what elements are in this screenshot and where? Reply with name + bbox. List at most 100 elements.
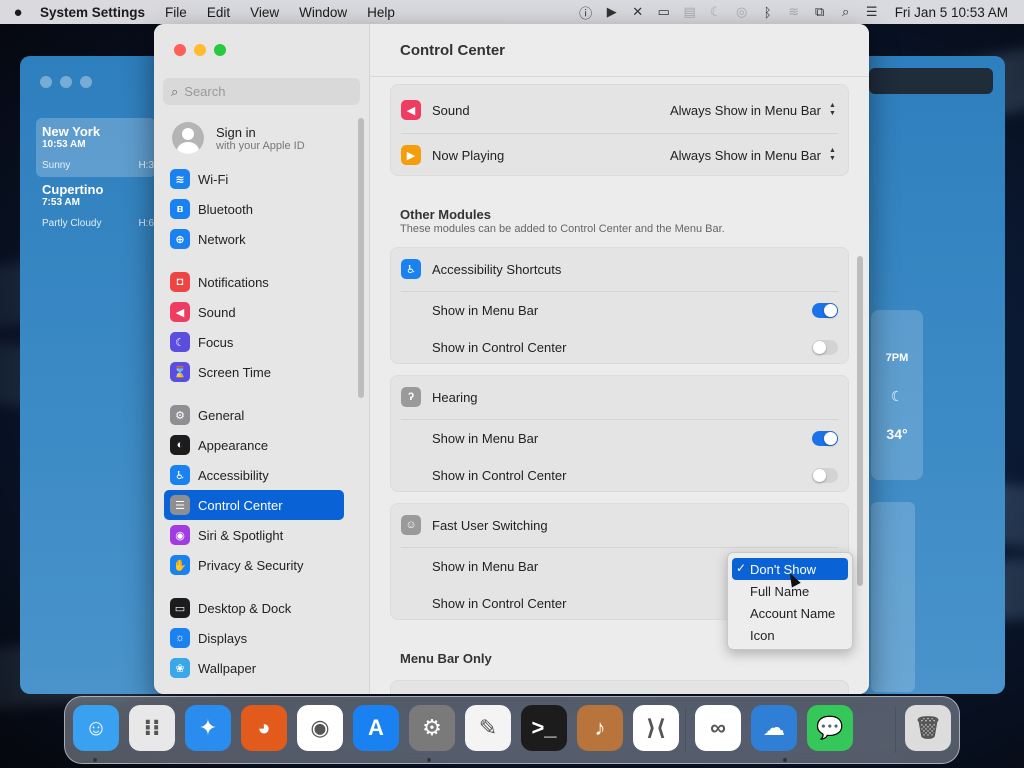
- now-playing-status-icon[interactable]: ▶: [599, 4, 625, 20]
- other-modules-subtitle: These modules can be added to Control Ce…: [400, 223, 725, 235]
- sidebar-item-bluetooth[interactable]: ʙ Bluetooth: [164, 194, 344, 224]
- fast-user-menu-bar-dropdown[interactable]: ✓ Don't Show Full Name Account Name Icon: [727, 552, 853, 650]
- sidebar-item-wallpaper[interactable]: ❀ Wallpaper: [164, 653, 344, 683]
- search-field[interactable]: ⌕ Search: [163, 78, 360, 105]
- sidebar-item-focus[interactable]: ☾ Focus: [164, 327, 344, 357]
- app-menu[interactable]: System Settings: [36, 5, 155, 20]
- wifi-status-icon[interactable]: ≋: [781, 4, 807, 20]
- city-time: 10:53 AM: [42, 139, 86, 150]
- sidebar-scrollbar[interactable]: [358, 118, 364, 398]
- sidebar-item-label: Bluetooth: [198, 201, 253, 217]
- siri-spotlight-icon: ◉: [170, 525, 190, 545]
- menu-view[interactable]: View: [240, 5, 289, 20]
- sidebar-item-accessibility[interactable]: ♿ Accessibility: [164, 460, 344, 490]
- hearing-control-center-toggle[interactable]: [812, 467, 838, 483]
- sidebar-item-general[interactable]: ⚙ General: [164, 400, 344, 430]
- weather-search-field[interactable]: [869, 68, 993, 94]
- menu-bar-only-group: [390, 680, 849, 694]
- weather-zoom-button[interactable]: [80, 76, 92, 88]
- control-center-icon[interactable]: ☰: [859, 4, 885, 20]
- zoom-button[interactable]: [214, 44, 226, 56]
- sound-muted-status-icon[interactable]: ✕: [625, 4, 651, 20]
- sidebar-item-label: Accessibility: [198, 467, 269, 483]
- sidebar-item-notifications[interactable]: ◘ Notifications: [164, 267, 344, 297]
- sound-popup-button[interactable]: Always Show in Menu Bar ▲ ▼: [670, 102, 838, 118]
- city-hilo: H:6: [138, 218, 154, 229]
- focus-status-icon[interactable]: ☾: [703, 4, 729, 20]
- chevron-updown-icon: ▲ ▼: [829, 147, 836, 162]
- sidebar-item-appearance[interactable]: ◐ Appearance: [164, 430, 344, 460]
- hearing-menu-bar-toggle[interactable]: [812, 430, 838, 446]
- sidebar-item-label: Focus: [198, 334, 234, 350]
- other-modules-heading: Other Modules: [400, 207, 492, 222]
- dock-instruments-icon[interactable]: ♪: [577, 705, 623, 751]
- dropdown-option-icon[interactable]: Icon: [732, 624, 848, 646]
- dock-terminal-icon[interactable]: >_: [521, 705, 567, 751]
- sidebar-item-network[interactable]: ⊕ Network: [164, 224, 344, 254]
- dock-vs-code-icon[interactable]: ⟩⟨: [633, 705, 679, 751]
- sidebar-item-label: Siri & Spotlight: [198, 527, 284, 543]
- accessibility-control-center-toggle[interactable]: [812, 339, 838, 355]
- dock-textedit-icon[interactable]: ✎: [465, 705, 511, 751]
- dock-firefox-icon[interactable]: ◕: [241, 705, 287, 751]
- sidebar-item-privacy-security[interactable]: ✋ Privacy & Security: [164, 550, 344, 580]
- accessibility-shortcuts-group: ♿ Accessibility Shortcuts Show in Menu B…: [390, 247, 849, 364]
- dock-chrome-icon[interactable]: ◉: [297, 705, 343, 751]
- accessibility-status-icon[interactable]: ⓘ: [573, 3, 599, 22]
- sidebar-item-displays[interactable]: ☼ Displays: [164, 623, 344, 653]
- sidebar-item-screen-time[interactable]: ⌛ Screen Time: [164, 357, 344, 387]
- display-status-icon[interactable]: ▭: [651, 4, 677, 20]
- sound-icon: ◀: [401, 100, 421, 120]
- dock-safari-icon[interactable]: ✦: [185, 705, 231, 751]
- menu-edit[interactable]: Edit: [197, 5, 240, 20]
- dock-visual-studio-icon[interactable]: ∞: [695, 705, 741, 751]
- menu-help[interactable]: Help: [357, 5, 405, 20]
- sidebar-item-wi-fi[interactable]: ≋ Wi-Fi: [164, 164, 344, 194]
- dropdown-option-account-name[interactable]: Account Name: [732, 602, 848, 624]
- accessibility-shortcuts-title: Accessibility Shortcuts: [432, 261, 562, 277]
- dock-messages-icon[interactable]: 💬: [807, 705, 853, 751]
- menu-window[interactable]: Window: [289, 5, 357, 20]
- dock-launchpad-icon[interactable]: ⁝⁝: [129, 705, 175, 751]
- menu-file[interactable]: File: [155, 5, 197, 20]
- stage-manager-status-icon[interactable]: ▤: [677, 4, 703, 20]
- now-playing-popup-button[interactable]: Always Show in Menu Bar ▲ ▼: [670, 147, 838, 163]
- sidebar-item-desktop-dock[interactable]: ▭ Desktop & Dock: [164, 593, 344, 623]
- weather-minimize-button[interactable]: [60, 76, 72, 88]
- weather-city-cupertino[interactable]: Cupertino 7:53 AM Partly Cloudy H:6: [36, 176, 156, 235]
- sidebar-item-sound[interactable]: ◀ Sound: [164, 297, 344, 327]
- spotlight-search-icon[interactable]: ⌕: [833, 4, 859, 20]
- apple-id-signin[interactable]: Sign in with your Apple ID: [172, 122, 305, 154]
- accessibility-menu-bar-toggle[interactable]: [812, 302, 838, 318]
- bluetooth-status-icon[interactable]: ᛒ: [755, 5, 781, 20]
- menu-bar-clock[interactable]: Fri Jan 5 10:53 AM: [895, 5, 1008, 20]
- hearing-header: ʔ Hearing: [391, 379, 848, 415]
- signin-title: Sign in: [216, 124, 256, 140]
- bluetooth-icon: ʙ: [170, 199, 190, 219]
- sidebar-item-label: Appearance: [198, 437, 269, 453]
- sidebar-item-siri-spotlight[interactable]: ◉ Siri & Spotlight: [164, 520, 344, 550]
- dock-weather-icon[interactable]: ☁: [751, 705, 797, 751]
- user-icon: ☺: [401, 515, 421, 535]
- dock-trash-icon[interactable]: 🗑: [905, 705, 951, 751]
- dock-finder-icon[interactable]: ☺: [73, 705, 119, 751]
- sidebar-item-control-center[interactable]: ☰ Control Center: [164, 490, 344, 520]
- main-scrollbar[interactable]: [857, 256, 863, 586]
- screen-mirroring-status-icon[interactable]: ⧉: [807, 4, 833, 20]
- menu-bar-only-heading: Menu Bar Only: [400, 651, 492, 666]
- accessibility-icon: ♿: [170, 465, 190, 485]
- accessibility-menu-bar-row: Show in Menu Bar: [391, 292, 848, 328]
- city-hilo: H:3: [138, 160, 154, 171]
- weather-city-new-york[interactable]: New York 10:53 AM Sunny H:3: [36, 118, 156, 177]
- sidebar-item-label: Wi-Fi: [198, 171, 229, 187]
- hearing-menu-bar-label: Show in Menu Bar: [432, 430, 539, 446]
- close-button[interactable]: [174, 44, 186, 56]
- accessibility-shortcuts-header: ♿ Accessibility Shortcuts: [391, 251, 848, 287]
- minimize-button[interactable]: [194, 44, 206, 56]
- dock-system-settings-icon[interactable]: ⚙: [409, 705, 455, 751]
- airdrop-status-icon[interactable]: ◎: [729, 4, 755, 20]
- sound-popup-value: Always Show in Menu Bar: [669, 102, 821, 118]
- dock-app-store-icon[interactable]: A: [353, 705, 399, 751]
- apple-menu-icon[interactable]: ●: [0, 4, 36, 21]
- weather-close-button[interactable]: [40, 76, 52, 88]
